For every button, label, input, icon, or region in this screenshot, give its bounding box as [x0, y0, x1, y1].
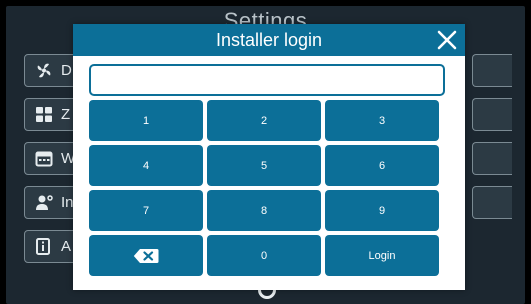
menu-item-label: Z: [61, 106, 71, 123]
pin-input[interactable]: [89, 64, 445, 96]
numeric-keypad: 1 2 3 4 5 6 7 8 9 0 Login: [89, 100, 447, 280]
menu-item-label: In: [61, 194, 74, 211]
backspace-button[interactable]: [89, 235, 203, 276]
key-6[interactable]: 6: [325, 145, 439, 186]
menu-item-right[interactable]: [472, 98, 512, 131]
menu-item-label: A: [61, 238, 72, 255]
key-3[interactable]: 3: [325, 100, 439, 141]
key-4[interactable]: 4: [89, 145, 203, 186]
menu-item-right[interactable]: [472, 54, 512, 87]
menu-item-right[interactable]: [472, 186, 512, 219]
key-2[interactable]: 2: [207, 100, 321, 141]
installer-user-icon: [36, 195, 53, 210]
zones-grid-icon: [36, 107, 52, 122]
login-button[interactable]: Login: [325, 235, 439, 276]
menu-item-label: D: [61, 62, 72, 79]
key-0[interactable]: 0: [207, 235, 321, 276]
menu-item-right[interactable]: [472, 142, 512, 175]
info-icon: [36, 238, 50, 255]
fan-icon: [37, 63, 51, 78]
installer-login-dialog: Installer login 1 2 3 4 5 6 7 8 9 0 Logi…: [73, 24, 465, 290]
dialog-header: Installer login: [73, 24, 465, 56]
backspace-icon: [133, 248, 159, 263]
dialog-title: Installer login: [215, 30, 323, 50]
calendar-icon: [35, 151, 53, 167]
key-8[interactable]: 8: [207, 190, 321, 231]
key-9[interactable]: 9: [325, 190, 439, 231]
key-1[interactable]: 1: [89, 100, 203, 141]
key-7[interactable]: 7: [89, 190, 203, 231]
key-5[interactable]: 5: [207, 145, 321, 186]
close-icon[interactable]: [435, 28, 459, 52]
